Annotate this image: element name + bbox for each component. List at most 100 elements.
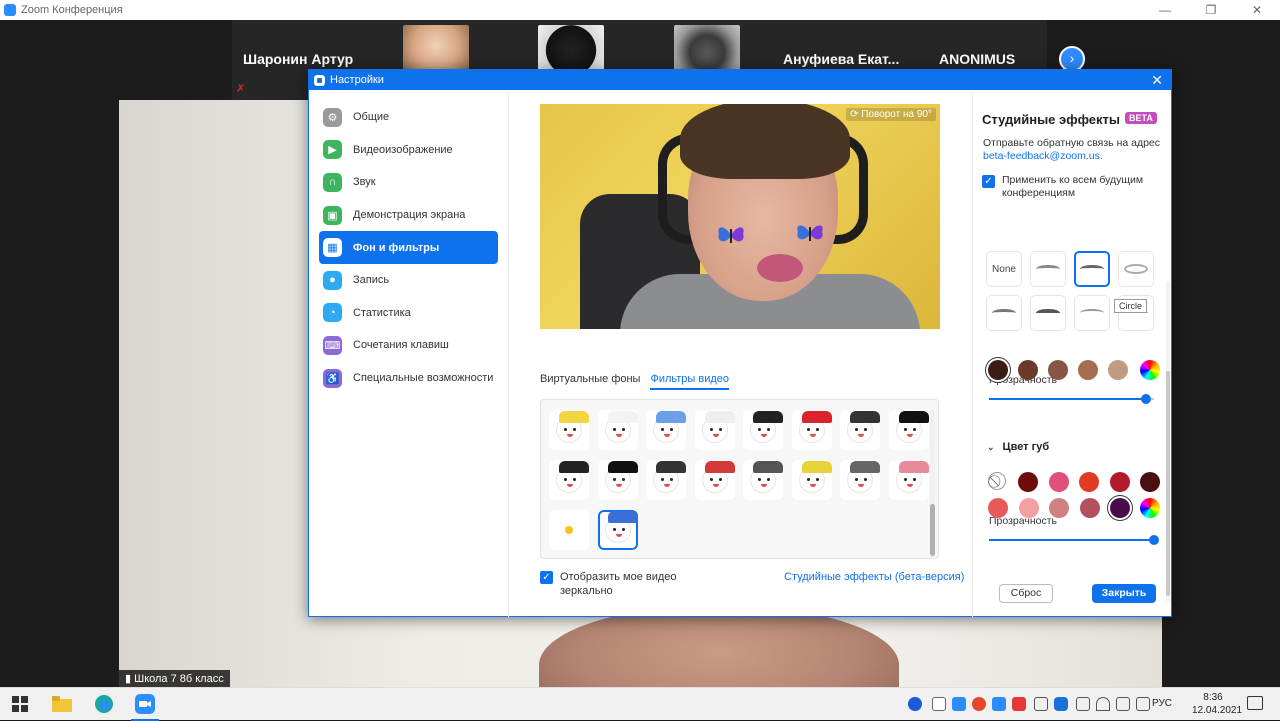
video-filter-option[interactable] — [549, 460, 589, 500]
mirror-option[interactable]: ✓ Отобразить мое видео зеркально — [540, 570, 690, 598]
studio-effects-title: Студийные эффекты — [982, 112, 1120, 127]
video-filter-option[interactable] — [597, 410, 638, 450]
eyebrow-style[interactable] — [986, 295, 1022, 331]
edge-browser-icon[interactable] — [92, 693, 116, 715]
lip-color-swatch[interactable] — [1079, 472, 1099, 492]
filter-face-icon — [750, 411, 783, 443]
video-filter-option[interactable] — [549, 510, 589, 550]
custom-color-wheel-icon[interactable] — [1140, 360, 1160, 380]
wifi-icon[interactable] — [1096, 697, 1110, 711]
lip-opacity-slider[interactable] — [989, 535, 1159, 545]
lip-color-swatch[interactable] — [988, 498, 1008, 518]
filters-scrollbar[interactable] — [930, 409, 935, 559]
apply-all-checkbox[interactable]: ✓ — [982, 175, 995, 188]
minimize-button[interactable]: — — [1142, 0, 1188, 20]
filter-face-icon — [556, 461, 589, 493]
custom-color-wheel-icon[interactable] — [1140, 498, 1160, 518]
office-tray-icon[interactable] — [1012, 697, 1026, 711]
sidebar-item[interactable]: ⚙ Общие — [319, 101, 498, 134]
lip-color-swatch[interactable] — [1018, 498, 1039, 518]
video-filter-option[interactable] — [597, 460, 638, 500]
lip-color-header[interactable]: ⌄ Цвет губ — [987, 441, 1049, 453]
tray-app-icon[interactable] — [932, 697, 946, 711]
filter-face-icon — [653, 461, 686, 493]
tab-video-filters[interactable]: Фильтры видео — [650, 373, 730, 390]
video-filter-option[interactable] — [743, 460, 783, 500]
lip-color-swatch[interactable] — [1109, 472, 1130, 492]
lip-color-swatch[interactable] — [1018, 472, 1038, 492]
sidebar-item[interactable]: ▣ Демонстрация экрана — [319, 199, 498, 232]
eyebrow-color-swatch[interactable] — [1078, 360, 1098, 380]
volume-icon[interactable] — [1116, 697, 1130, 711]
lip-color-swatch[interactable] — [1049, 498, 1069, 518]
video-filter-option[interactable] — [694, 410, 735, 450]
tab-virtual-backgrounds[interactable]: Виртуальные фоны — [540, 373, 640, 390]
eyebrow-style[interactable] — [1074, 251, 1110, 287]
sidebar-item[interactable]: ◔ Статистика — [319, 297, 498, 330]
file-explorer-icon[interactable] — [50, 693, 74, 715]
eyebrow-style[interactable] — [1118, 251, 1154, 287]
video-filter-option[interactable] — [743, 410, 783, 450]
sidebar-item[interactable]: ● Запись — [319, 264, 498, 297]
no-color-icon[interactable]: ⃠ — [988, 472, 1006, 490]
eyebrow-color-swatch[interactable] — [988, 360, 1008, 380]
zoom-taskbar-icon[interactable] — [133, 693, 157, 715]
lip-color-swatch[interactable] — [1079, 498, 1100, 518]
video-filter-option[interactable] — [646, 410, 686, 450]
video-filter-option[interactable] — [694, 460, 735, 500]
lip-color-swatch[interactable] — [1140, 472, 1160, 492]
sidebar-item[interactable]: ⌨ Сочетания клавиш — [319, 329, 498, 362]
statistics-icon: ◔ — [323, 303, 342, 323]
brow-opacity-slider[interactable] — [989, 394, 1154, 404]
video-filter-option[interactable] — [840, 410, 880, 450]
studio-scrollbar[interactable] — [1166, 281, 1170, 601]
video-filter-option[interactable] — [888, 460, 929, 500]
video-filter-option[interactable] — [840, 460, 880, 500]
gear-icon: ⚙ — [323, 107, 342, 127]
video-filter-option[interactable] — [549, 410, 589, 450]
video-filter-option[interactable] — [597, 510, 638, 550]
meeting-tray-icon[interactable] — [992, 697, 1006, 711]
bluetooth-icon[interactable] — [1054, 697, 1068, 711]
eyebrow-color-swatch[interactable] — [1048, 360, 1068, 380]
eyebrow-color-swatch[interactable] — [1108, 360, 1128, 380]
close-button[interactable]: Закрыть — [1092, 584, 1156, 603]
defender-icon[interactable] — [1076, 697, 1090, 711]
sidebar-item[interactable]: ♿ Специальные возможности — [319, 362, 498, 395]
studio-effects-link[interactable]: Студийные эффекты (бета-версия) — [784, 571, 964, 583]
participant-thumbnail — [403, 25, 469, 71]
video-filter-option[interactable] — [646, 460, 686, 500]
eyebrow-color-swatch[interactable] — [1018, 360, 1038, 380]
sidebar-item[interactable]: ▦ Фон и фильтры — [319, 231, 498, 264]
sidebar-item-label: Запись — [353, 274, 390, 287]
mirror-checkbox[interactable]: ✓ — [540, 571, 553, 584]
eyebrow-style[interactable] — [1030, 251, 1066, 287]
video-filter-option[interactable] — [791, 460, 832, 500]
help-tray-icon[interactable] — [908, 697, 922, 711]
video-filter-option[interactable] — [888, 410, 929, 450]
video-filter-option[interactable] — [791, 410, 832, 450]
windows-start-icon[interactable] — [8, 693, 32, 715]
maximize-button[interactable]: ❐ — [1188, 0, 1234, 20]
eyebrow-none[interactable]: None — [986, 251, 1022, 287]
record-tray-icon[interactable] — [972, 697, 986, 711]
sidebar-item[interactable]: ∩ Звук — [319, 166, 498, 199]
notifications-icon[interactable] — [1247, 696, 1263, 710]
zoom-tray-icon[interactable] — [952, 697, 966, 711]
lip-color-swatch[interactable] — [1048, 472, 1069, 492]
preview-hair — [680, 104, 850, 179]
lip-color-swatch[interactable] — [1110, 498, 1130, 518]
input-language[interactable]: РУС — [1152, 698, 1172, 709]
eyebrow-style[interactable] — [1074, 295, 1110, 331]
feedback-email-link[interactable]: beta-feedback@zoom.us. — [983, 150, 1103, 162]
eyebrow-style[interactable] — [1030, 295, 1066, 331]
clock[interactable]: 8:36 12.04.2021 — [1192, 691, 1242, 717]
keyboard-tray-icon[interactable] — [1136, 697, 1150, 711]
sidebar-item[interactable]: ▶ Видеоизображение — [319, 134, 498, 167]
reset-button[interactable]: Сброс — [999, 584, 1053, 603]
close-window-button[interactable]: ✕ — [1234, 0, 1280, 20]
battery-tray-icon[interactable] — [1034, 697, 1048, 711]
apply-all-option[interactable]: ✓ Применить ко всем будущим конференциям — [982, 174, 1162, 200]
rotate-button[interactable]: ⟳ Поворот на 90° — [846, 108, 936, 121]
close-icon[interactable]: ✕ — [1151, 72, 1163, 89]
